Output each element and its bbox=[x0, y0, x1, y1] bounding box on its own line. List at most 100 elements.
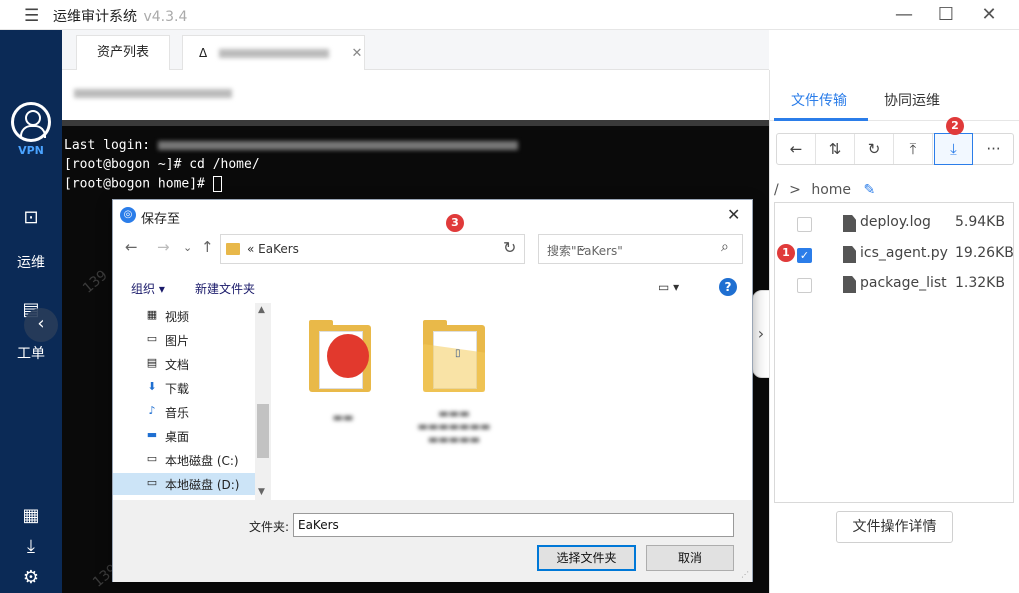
vpn-label: VPN bbox=[18, 144, 44, 157]
left-nav: VPN ⊡ 运维 ▤ 工单 ‹ ▦ ⤓ ⚙ bbox=[0, 30, 62, 593]
tree-item-desktop[interactable]: ▬ 桌面 bbox=[145, 425, 271, 447]
back-icon[interactable]: ← bbox=[777, 134, 816, 164]
file-checkbox[interactable] bbox=[797, 217, 812, 232]
file-icon bbox=[843, 215, 856, 232]
gear-icon[interactable]: ⚙ bbox=[20, 568, 42, 588]
tree-item-pictures[interactable]: ▭ 图片 bbox=[145, 329, 271, 351]
dialog-footer: 文件夹: EaKers 选择文件夹 取消 ⋰ bbox=[113, 500, 752, 582]
folder-view: ▬▬ ▯ ▬▬▬ ▬▬▬▬▬▬▬ ▬▬▬▬▬ bbox=[271, 303, 752, 500]
download-arrow-icon: ⬇ bbox=[147, 380, 157, 393]
maximize-icon[interactable]: ☐ bbox=[933, 2, 959, 28]
keyboard-icon[interactable]: ▦ bbox=[20, 506, 42, 526]
dialog-close-icon[interactable]: ✕ bbox=[727, 205, 740, 224]
close-icon[interactable]: ✕ bbox=[976, 2, 1002, 28]
command-bar: 组织 ▾ 新建文件夹 ▭ ▾ ? bbox=[113, 272, 752, 302]
drive-icon: ▭ bbox=[146, 452, 158, 465]
tab-collab-ops[interactable]: 协同运维 bbox=[884, 90, 940, 110]
select-folder-button[interactable]: 选择文件夹 bbox=[537, 545, 636, 571]
app-icon: ◎ bbox=[120, 207, 136, 223]
tab-close-icon[interactable]: ✕ bbox=[352, 46, 363, 61]
hamburger-menu-icon[interactable]: ☰ bbox=[24, 6, 39, 26]
picture-icon: ▭ bbox=[146, 332, 158, 345]
cancel-button[interactable]: 取消 bbox=[646, 545, 734, 571]
app-title: 运维审计系统 v4.3.4 bbox=[53, 9, 188, 25]
tree-scrollbar[interactable]: ▲ ▼ bbox=[255, 303, 271, 500]
breadcrumb: / > home ✎ bbox=[774, 182, 876, 198]
tree-item-drive-d[interactable]: ▭ 本地磁盘 (D:) bbox=[113, 473, 255, 495]
collapse-nav-button[interactable]: ‹ bbox=[24, 308, 58, 342]
terminal-prompt: [root@bogon home]# bbox=[64, 176, 222, 192]
tab-asset-list[interactable]: 资产列表 bbox=[76, 35, 170, 70]
step-badge-1: 1 bbox=[777, 244, 795, 262]
title-bar: ☰ 运维审计系统 v4.3.4 — ☐ ✕ bbox=[0, 0, 1019, 30]
nav-item-ops[interactable]: 运维 bbox=[0, 252, 62, 272]
sort-icon[interactable]: ⇅ bbox=[816, 134, 855, 164]
address-path: « EaKers bbox=[247, 242, 299, 256]
folder-label: ▬▬ bbox=[332, 411, 354, 424]
folder-icon bbox=[226, 243, 240, 255]
address-bar[interactable]: « EaKers ⌄ bbox=[220, 234, 588, 264]
tab-session[interactable]: Δ ✕ bbox=[182, 35, 365, 70]
resize-grip-icon[interactable]: ⋰ bbox=[741, 570, 749, 579]
up-arrow-icon[interactable]: ↑ bbox=[201, 238, 214, 256]
view-options-icon[interactable]: ▭ ▾ bbox=[658, 280, 679, 294]
file-list: deploy.log 5.94KB ✓ ics_agent.py 19.26KB… bbox=[774, 202, 1014, 503]
nav-tree: ▦ 视频 ▭ 图片 ▤ 文档 ⬇ 下载 ♪ 音乐 ▬ 桌面 ▭ 本地磁盘 (C:) ▭ 本地磁盘… bbox=[113, 303, 271, 500]
minimize-icon[interactable]: — bbox=[891, 2, 917, 28]
recent-dropdown-icon[interactable]: ⌄ bbox=[183, 241, 192, 254]
folder-item[interactable] bbox=[309, 320, 371, 392]
file-row[interactable]: ✓ ics_agent.py 19.26KB bbox=[775, 240, 1014, 270]
file-transfer-panel: 文件传输 协同运维 ← ⇅ ↻ ⤒ ⤓ ··· 2 / > home ✎ dep… bbox=[769, 70, 1019, 593]
tree-item-music[interactable]: ♪ 音乐 bbox=[145, 401, 271, 423]
search-icon: ⌕ bbox=[721, 239, 729, 255]
file-row[interactable]: package_list 1.32KB bbox=[775, 270, 1013, 300]
upload-icon[interactable]: ⤒ bbox=[894, 134, 933, 164]
folder-name-field[interactable]: EaKers bbox=[293, 513, 734, 537]
nav-item-tickets[interactable]: 工单 bbox=[0, 343, 62, 363]
scroll-thumb[interactable] bbox=[257, 404, 269, 458]
host-address bbox=[74, 89, 232, 98]
video-icon: ▦ bbox=[146, 308, 158, 321]
tab-file-transfer[interactable]: 文件传输 bbox=[791, 90, 847, 110]
tree-item-documents[interactable]: ▤ 文档 bbox=[145, 353, 271, 375]
scroll-up-icon: ▲ bbox=[258, 305, 265, 315]
watermark: 139 bbox=[79, 267, 111, 297]
file-checkbox[interactable] bbox=[797, 278, 812, 293]
file-row[interactable]: deploy.log 5.94KB bbox=[775, 209, 1013, 239]
terminal-line: Last login: bbox=[64, 138, 518, 153]
main-tabs: 资产列表 Δ ✕ bbox=[62, 30, 769, 70]
refresh-icon[interactable]: ↻ bbox=[855, 134, 894, 164]
download-icon[interactable]: ⤓ bbox=[20, 537, 42, 557]
monitor-search-icon[interactable]: ⊡ bbox=[20, 208, 42, 228]
tree-item-downloads[interactable]: ⬇ 下载 bbox=[145, 377, 271, 399]
back-arrow-icon[interactable]: ← bbox=[125, 238, 138, 256]
file-icon: ▯ bbox=[455, 348, 461, 359]
download-icon[interactable]: ⤓ bbox=[934, 133, 973, 165]
tab-session-label bbox=[219, 49, 330, 58]
more-icon[interactable]: ··· bbox=[974, 134, 1013, 164]
expand-panel-button[interactable]: › bbox=[752, 290, 770, 378]
help-icon[interactable]: ? bbox=[719, 278, 737, 296]
step-badge-2: 2 bbox=[946, 117, 964, 135]
forward-arrow-icon[interactable]: → bbox=[157, 238, 170, 256]
edit-path-icon[interactable]: ✎ bbox=[864, 182, 876, 198]
dialog-title: 保存至 bbox=[141, 212, 181, 227]
save-dialog: ◎ 保存至 3 ✕ ← → ⌄ ↑ « EaKers ⌄ ↻ 搜索"EaKers… bbox=[112, 199, 753, 582]
active-tab-underline bbox=[774, 118, 868, 121]
organize-menu[interactable]: 组织 ▾ bbox=[131, 280, 165, 297]
tree-item-videos[interactable]: ▦ 视频 bbox=[145, 305, 271, 327]
user-circle-icon bbox=[11, 102, 51, 142]
file-checkbox[interactable]: ✓ bbox=[797, 248, 812, 263]
file-toolbar: ← ⇅ ↻ ⤒ ⤓ ··· bbox=[776, 133, 1014, 165]
new-folder-button[interactable]: 新建文件夹 bbox=[195, 280, 255, 297]
file-op-details-button[interactable]: 文件操作详情 bbox=[836, 511, 953, 543]
refresh-icon[interactable]: ↻ bbox=[503, 238, 516, 257]
search-input[interactable]: 搜索"EaKers" ⌕ bbox=[538, 234, 743, 264]
breadcrumb-current[interactable]: home bbox=[811, 182, 851, 198]
tree-item-drive-c[interactable]: ▭ 本地磁盘 (C:) bbox=[145, 449, 271, 471]
folder-item[interactable]: ▯ bbox=[423, 320, 485, 392]
scroll-down-icon: ▼ bbox=[258, 487, 265, 497]
step-badge-3: 3 bbox=[446, 214, 464, 232]
vpn-button[interactable]: VPN bbox=[10, 102, 52, 157]
desktop-icon: ▬ bbox=[146, 428, 158, 441]
